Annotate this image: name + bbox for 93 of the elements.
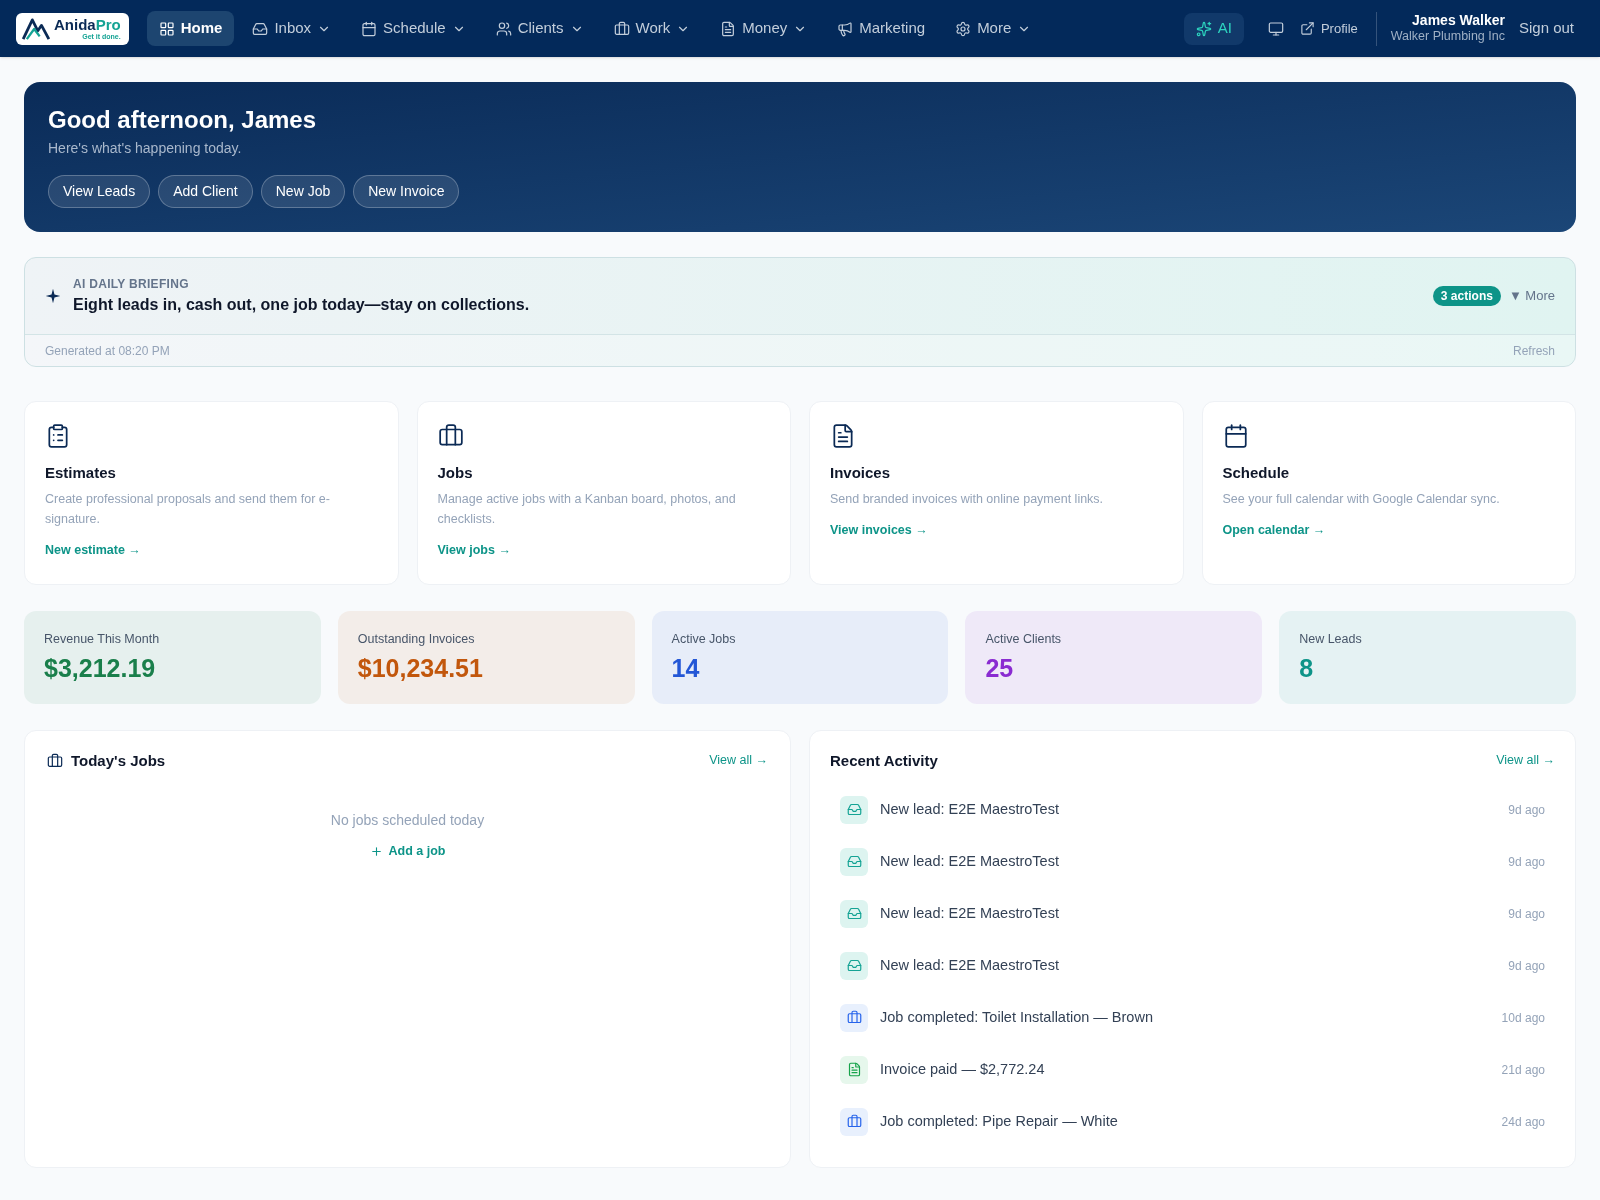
- sparkle-icon: [45, 288, 61, 304]
- nav-item[interactable]: Work: [601, 11, 703, 46]
- activity-text: New lead: E2E MaestroTest: [880, 851, 1059, 871]
- generated-time: Generated at 08:20 PM: [45, 342, 170, 360]
- nav-item[interactable]: Inbox: [240, 11, 344, 46]
- document-icon: [720, 20, 737, 37]
- document-icon: [830, 423, 856, 449]
- activity-text: New lead: E2E MaestroTest: [880, 955, 1059, 975]
- briefing-label: AI DAILY BRIEFING: [73, 276, 190, 292]
- activity-time: 9d ago: [1508, 957, 1545, 975]
- briefcase-icon: [47, 752, 63, 769]
- company-name: Walker Plumbing Inc: [1390, 29, 1505, 46]
- profile-link[interactable]: Profile: [1299, 18, 1358, 39]
- feature-description: Send branded invoices with online payment links.: [830, 491, 1105, 508]
- feature-title: Jobs: [437, 463, 474, 483]
- users-icon: [495, 20, 512, 37]
- feature-link[interactable]: View invoices →: [830, 521, 928, 540]
- activity-text: Job completed: Toilet Installation — Brown: [880, 1007, 1153, 1027]
- calendar-icon: [1222, 423, 1249, 449]
- feature-description: See your full calendar with Google Calendar sync.: [1222, 491, 1501, 508]
- sparkles-icon: [1195, 20, 1212, 37]
- inbox-icon: [840, 847, 868, 876]
- activity-time: 9d ago: [1508, 853, 1545, 871]
- stat-label: Outstanding Invoices: [357, 630, 476, 648]
- logo-wordmark: AnidaPro: [54, 16, 121, 33]
- briefcase-icon: [613, 20, 630, 37]
- activity-time: 24d ago: [1501, 1113, 1545, 1131]
- nav-item[interactable]: Schedule: [349, 11, 478, 46]
- stat-value: $3,212.19: [44, 652, 157, 684]
- actions-count-badge: 3 actions: [1432, 286, 1501, 306]
- stat-label: Revenue This Month: [44, 630, 161, 648]
- nav-item[interactable]: Clients: [483, 11, 596, 46]
- stat-label: Active Clients: [985, 630, 1063, 648]
- nav-item[interactable]: Money: [708, 11, 820, 46]
- feature-link[interactable]: Open calendar →: [1222, 521, 1326, 540]
- quick-action-button[interactable]: New Invoice: [353, 175, 460, 208]
- stat-value: 8: [1299, 652, 1315, 684]
- activity-text: New lead: E2E MaestroTest: [880, 903, 1059, 923]
- quick-action-button[interactable]: View Leads: [48, 175, 151, 208]
- logo-mark-icon: [22, 17, 50, 40]
- briefcase-icon: [840, 1107, 868, 1136]
- panel-title: Today's Jobs: [71, 750, 166, 771]
- sign-out-button[interactable]: Sign out: [1508, 12, 1584, 45]
- empty-state-text: No jobs scheduled today: [330, 810, 485, 830]
- monitor-icon: [1267, 20, 1284, 37]
- activity-time: 21d ago: [1501, 1061, 1545, 1079]
- feature-title: Schedule: [1222, 463, 1291, 483]
- greeting-subtitle: Here's what's happening today.: [48, 139, 243, 158]
- activity-text: New lead: E2E MaestroTest: [880, 799, 1059, 819]
- stat-label: Active Jobs: [671, 630, 737, 648]
- inbox-icon: [840, 899, 868, 928]
- greeting-heading: Good afternoon, James: [48, 105, 318, 135]
- view-all-link[interactable]: View all →: [709, 751, 768, 771]
- feature-description: Create professional proposals and send them for e-signature.: [45, 491, 331, 528]
- activity-time: 9d ago: [1508, 801, 1545, 819]
- stat-label: New Leads: [1299, 630, 1363, 648]
- feature-description: Manage active jobs with a Kanban board, photos, and checklists.: [437, 491, 737, 528]
- nav-item[interactable]: Home: [146, 11, 235, 46]
- stat-value: $10,234.51: [357, 652, 484, 684]
- activity-time: 10d ago: [1501, 1009, 1545, 1027]
- briefcase-icon: [437, 423, 464, 449]
- document-icon: [840, 1055, 868, 1084]
- feature-link[interactable]: View jobs →: [437, 541, 511, 560]
- inbox-icon: [840, 951, 868, 980]
- ai-button[interactable]: AI: [1183, 12, 1244, 45]
- user-name: James Walker: [1412, 11, 1505, 30]
- briefing-summary: Eight leads in, cash out, one job today—stay on collections.: [73, 295, 530, 315]
- inbox-icon: [252, 20, 269, 37]
- inbox-icon: [840, 795, 868, 824]
- megaphone-icon: [837, 20, 854, 37]
- add-job-button[interactable]: Add a job: [369, 841, 446, 861]
- feature-title: Invoices: [830, 463, 892, 483]
- settings-icon: [955, 20, 972, 37]
- clipboard-icon: [45, 423, 71, 449]
- stat-value: 25: [985, 652, 1015, 684]
- feature-title: Estimates: [45, 463, 117, 483]
- activity-text: Job completed: Pipe Repair — White: [880, 1111, 1118, 1131]
- plus-icon: [369, 844, 383, 858]
- calendar-icon: [361, 20, 378, 37]
- view-all-link[interactable]: View all →: [1496, 751, 1555, 771]
- grid-icon: [158, 20, 175, 37]
- nav-item[interactable]: More: [943, 11, 1044, 46]
- quick-action-button[interactable]: Add Client: [158, 175, 253, 208]
- activity-time: 9d ago: [1508, 905, 1545, 923]
- quick-action-button[interactable]: New Job: [260, 175, 346, 208]
- nav-item[interactable]: Marketing: [825, 11, 938, 46]
- stat-value: 14: [671, 652, 701, 684]
- panel-title: Recent Activity: [830, 750, 938, 771]
- briefcase-icon: [840, 1003, 868, 1032]
- external-link-icon: [1299, 21, 1315, 36]
- activity-text: Invoice paid — $2,772.24: [880, 1059, 1045, 1079]
- more-toggle[interactable]: ▼ More: [1508, 286, 1555, 306]
- feature-link[interactable]: New estimate →: [45, 541, 141, 560]
